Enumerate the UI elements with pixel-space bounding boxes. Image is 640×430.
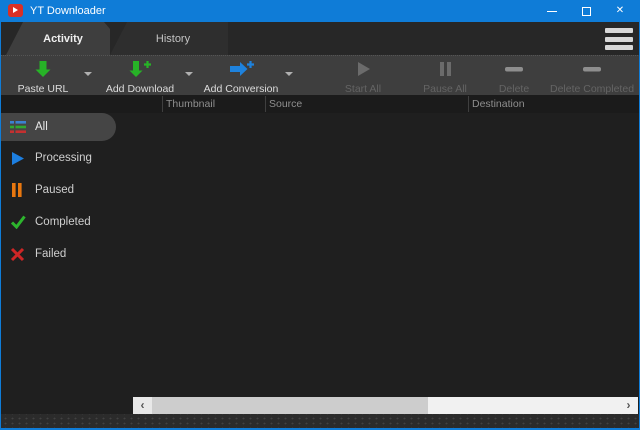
add-download-dropdown-icon[interactable] — [185, 72, 193, 76]
sidebar-item-processing[interactable]: Processing — [0, 146, 116, 170]
sidebar-item-paused[interactable]: Paused — [0, 178, 116, 202]
paste-url-button[interactable]: Paste URL — [6, 58, 80, 94]
maximize-icon — [582, 7, 591, 16]
title-bar: YT Downloader ✕ — [0, 0, 640, 22]
window-controls: ✕ — [535, 0, 637, 22]
add-conversion-button[interactable]: Add Conversion — [200, 58, 282, 94]
tab-history-label: History — [156, 33, 190, 45]
pause-all-icon — [437, 60, 453, 83]
paste-url-label: Paste URL — [18, 83, 69, 95]
sidebar-item-processing-label: Processing — [35, 152, 92, 164]
table-header: Thumbnail Source Destination — [0, 95, 640, 113]
delete-completed-label: Delete Completed — [550, 83, 634, 95]
status-strip — [0, 414, 640, 428]
add-download-label: Add Download — [106, 83, 174, 95]
minimize-button[interactable] — [535, 0, 569, 22]
tab-history[interactable]: History — [110, 22, 228, 55]
paste-url-dropdown-icon[interactable] — [84, 72, 92, 76]
processing-play-icon — [10, 150, 26, 166]
menu-icon[interactable] — [605, 28, 633, 50]
delete-button[interactable]: Delete — [482, 58, 546, 94]
start-all-button[interactable]: Start All — [330, 58, 396, 94]
start-all-label: Start All — [345, 83, 381, 95]
pause-all-button[interactable]: Pause All — [412, 58, 478, 94]
sidebar-item-completed-label: Completed — [35, 216, 91, 228]
green-down-arrow-plus-icon — [127, 60, 153, 83]
minimize-icon — [547, 11, 557, 12]
scroll-right-icon: › — [627, 398, 631, 412]
list-all-icon — [10, 119, 26, 135]
sidebar-item-failed[interactable]: Failed — [0, 242, 116, 266]
close-icon: ✕ — [616, 0, 624, 22]
tab-activity-label: Activity — [43, 33, 83, 45]
sidebar-item-all[interactable]: All — [0, 113, 116, 141]
scrollbar-thumb[interactable] — [152, 397, 428, 414]
app-icon — [8, 4, 23, 17]
scroll-left-button[interactable]: ‹ — [133, 397, 152, 414]
app-window: YT Downloader ✕ Activity History Paste U… — [0, 0, 640, 430]
maximize-button[interactable] — [569, 0, 603, 22]
blue-right-arrow-plus-icon — [228, 60, 254, 83]
close-button[interactable]: ✕ — [603, 0, 637, 22]
sidebar-item-failed-label: Failed — [35, 248, 66, 260]
sidebar-item-paused-label: Paused — [35, 184, 74, 196]
pause-all-label: Pause All — [423, 83, 467, 95]
completed-check-icon — [10, 214, 26, 230]
add-conversion-dropdown-icon[interactable] — [285, 72, 293, 76]
tab-activity[interactable]: Activity — [6, 22, 110, 55]
column-destination: Destination — [472, 95, 525, 113]
horizontal-scrollbar[interactable]: ‹ › — [133, 397, 638, 414]
play-all-icon — [353, 60, 373, 83]
delete-label: Delete — [499, 83, 529, 95]
column-thumbnail: Thumbnail — [166, 95, 215, 113]
scroll-right-button[interactable]: › — [619, 397, 638, 414]
tab-bar: Activity History — [0, 22, 640, 55]
sidebar-item-completed[interactable]: Completed — [0, 210, 116, 234]
delete-completed-minus-icon — [581, 60, 603, 83]
toolbar: Paste URL Add Download Add Conversion St… — [0, 55, 640, 95]
add-download-button[interactable]: Add Download — [100, 58, 180, 94]
scroll-left-icon: ‹ — [141, 398, 145, 412]
delete-minus-icon — [503, 60, 525, 83]
failed-x-icon — [10, 246, 26, 262]
window-title: YT Downloader — [30, 0, 106, 22]
add-conversion-label: Add Conversion — [204, 83, 279, 95]
sidebar-item-all-label: All — [35, 121, 48, 133]
column-source: Source — [269, 95, 302, 113]
delete-completed-button[interactable]: Delete Completed — [550, 58, 634, 94]
green-down-arrow-icon — [32, 60, 54, 83]
paused-pause-icon — [10, 182, 26, 198]
